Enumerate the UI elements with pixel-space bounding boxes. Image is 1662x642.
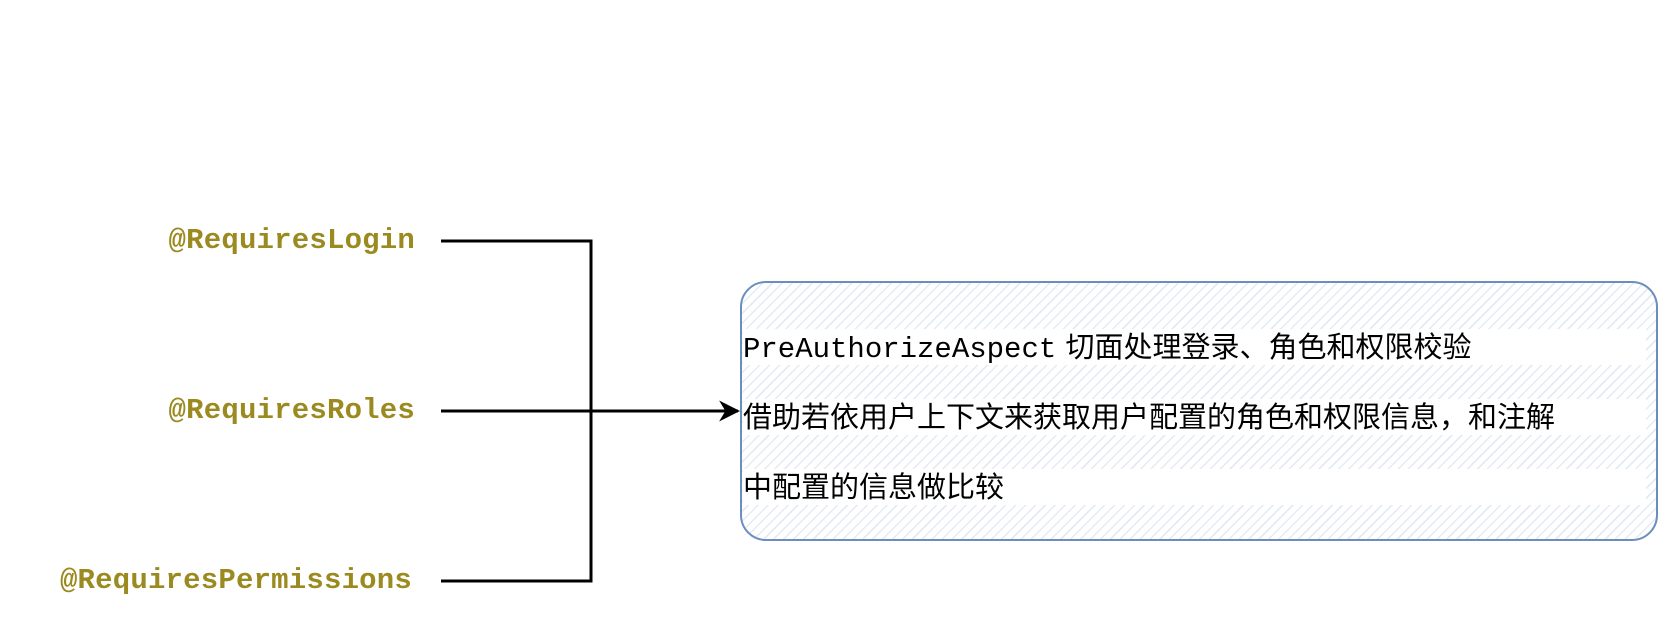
annotation-requires-permissions: @RequiresPermissions xyxy=(59,564,412,597)
description-line-1: PreAuthorizeAspect 切面处理登录、角色和权限校验 xyxy=(743,329,1646,366)
aspect-summary-text: 切面处理登录、角色和权限校验 xyxy=(1056,330,1472,364)
aspect-class-name: PreAuthorizeAspect xyxy=(743,333,1057,366)
annotation-requires-login: @RequiresLogin xyxy=(168,224,415,257)
annotation-requires-roles: @RequiresRoles xyxy=(168,394,415,427)
connector-login xyxy=(441,239,593,411)
diagram-canvas: @RequiresLogin @RequiresRoles @RequiresP… xyxy=(0,0,1662,642)
description-line-3: 中配置的信息做比较 xyxy=(743,469,1646,505)
connector-permissions xyxy=(441,411,593,583)
description-line-2: 借助若依用户上下文来获取用户配置的角色和权限信息，和注解 xyxy=(743,399,1646,435)
aspect-description-box: PreAuthorizeAspect 切面处理登录、角色和权限校验 借助若依用户… xyxy=(740,281,1658,541)
